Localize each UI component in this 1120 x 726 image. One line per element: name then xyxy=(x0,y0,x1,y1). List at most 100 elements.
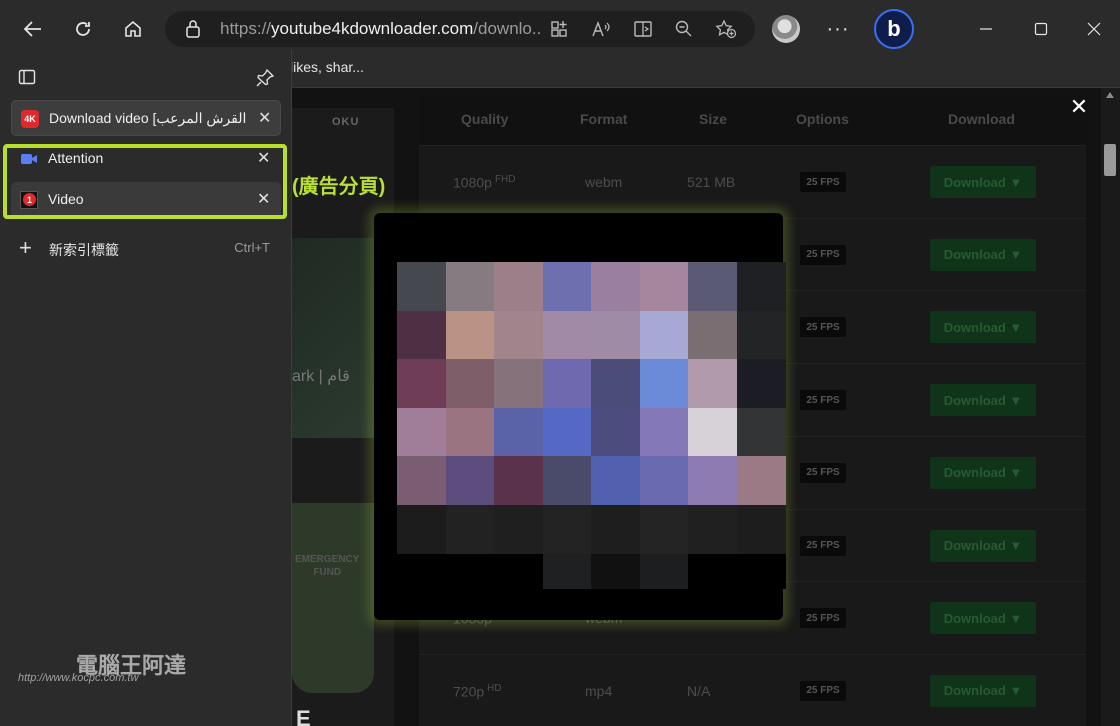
modal-close-button[interactable]: ✕ xyxy=(1068,94,1090,119)
fps-badge: 25 FPS xyxy=(800,680,846,701)
mosaic-block xyxy=(688,359,737,409)
download-button[interactable]: Download ▼ xyxy=(930,456,1036,489)
favorites-bar-item[interactable]: likes, shar... xyxy=(290,59,364,75)
download-button[interactable]: Download ▼ xyxy=(930,674,1036,707)
app-grid-icon[interactable] xyxy=(550,19,570,39)
fps-badge: 25 FPS xyxy=(800,462,846,483)
ad-banner[interactable] xyxy=(292,503,374,693)
download-button[interactable]: Download ▼ xyxy=(930,238,1036,271)
mosaic-block xyxy=(736,310,786,360)
arabic-text: ark | قام xyxy=(292,368,350,385)
mosaic-block xyxy=(494,456,543,506)
settings-more-button[interactable]: ··· xyxy=(818,9,858,49)
col-options: Options xyxy=(796,111,849,127)
mosaic-block xyxy=(542,359,592,409)
url-scheme: https:// xyxy=(220,19,272,38)
mosaic-block xyxy=(542,505,592,555)
quality-badge: FHD xyxy=(494,174,516,185)
download-button[interactable]: Download ▼ xyxy=(930,311,1036,344)
address-bar[interactable]: https://youtube4kdownloader.com/downlo..… xyxy=(165,11,755,47)
fps-badge: 25 FPS xyxy=(800,608,846,629)
new-tab-button[interactable]: + 新索引標籤 Ctrl+T xyxy=(19,237,279,261)
url-path: /downlo... xyxy=(473,19,540,38)
watermark: 電腦王阿達 http://www.kocpc.com.tw xyxy=(18,653,186,684)
mosaic-block xyxy=(639,553,689,590)
tab-actions-icon[interactable] xyxy=(18,68,36,86)
download-button[interactable]: Download ▼ xyxy=(930,166,1036,198)
download-button[interactable]: Download ▼ xyxy=(930,529,1036,562)
pixelated-video-frame[interactable] xyxy=(397,262,786,590)
logo-fragment: OKU xyxy=(332,116,360,128)
table-row: 1080p FHD webm 521 MB 25 FPS Download ▼ xyxy=(419,145,1086,217)
mosaic-block xyxy=(688,407,737,457)
mosaic-block xyxy=(736,262,786,312)
bing-chat-button[interactable]: b xyxy=(874,9,914,49)
quality-cell: 1080p FHD xyxy=(453,174,516,191)
scrollbar-thumb[interactable] xyxy=(1104,144,1116,176)
maximize-icon xyxy=(1034,22,1048,36)
new-tab-label: 新索引標籤 xyxy=(49,242,119,258)
mosaic-block xyxy=(494,262,543,312)
mosaic-block xyxy=(591,456,640,506)
pin-icon[interactable] xyxy=(255,68,275,88)
mosaic-block xyxy=(542,553,592,590)
close-window-button[interactable] xyxy=(1074,9,1114,49)
format-cell: mp4 xyxy=(585,682,613,699)
mosaic-block xyxy=(591,407,640,457)
fund-line-1: EMERGENCY xyxy=(295,554,360,565)
refresh-icon xyxy=(76,22,90,36)
home-button[interactable] xyxy=(113,9,153,49)
tab-close-icon[interactable]: ✕ xyxy=(258,109,271,129)
mosaic-block xyxy=(542,456,592,506)
quality-value: 1080p xyxy=(453,174,492,191)
mosaic-block xyxy=(445,456,495,506)
mosaic-block xyxy=(736,553,786,590)
mosaic-block xyxy=(688,262,737,312)
mosaic-block xyxy=(639,262,689,312)
close-icon xyxy=(1087,22,1101,36)
home-icon xyxy=(125,20,141,37)
col-format: Format xyxy=(580,111,628,127)
zoom-out-icon[interactable] xyxy=(674,19,694,39)
mosaic-block xyxy=(639,310,689,360)
add-favorite-icon[interactable] xyxy=(715,19,737,39)
back-button[interactable] xyxy=(13,9,53,49)
read-aloud-icon[interactable] xyxy=(591,19,611,39)
table-row: 720p HD mp4 N/A 25 FPS Download ▼ xyxy=(419,653,1086,726)
download-button[interactable]: Download ▼ xyxy=(930,384,1036,417)
browser-window: https://youtube4kdownloader.com/downlo..… xyxy=(0,0,1120,726)
size-cell: N/A xyxy=(687,682,711,699)
download-button[interactable]: Download ▼ xyxy=(930,602,1036,635)
table-header: Quality Format Size Options Download xyxy=(419,95,1086,145)
bing-icon: b xyxy=(887,16,901,41)
mosaic-block xyxy=(542,310,592,360)
vertical-tabs-panel: 4K Download video [القرش المرعب | ✕ Atte… xyxy=(0,50,292,726)
scroll-up-arrow-icon[interactable] xyxy=(1106,92,1114,98)
profile-avatar[interactable] xyxy=(772,15,800,43)
mosaic-block xyxy=(445,505,495,555)
mosaic-block xyxy=(639,359,689,409)
page-scrollbar[interactable] xyxy=(1101,88,1120,726)
url-text[interactable]: https://youtube4kdownloader.com/downlo..… xyxy=(220,19,540,39)
fps-badge: 25 FPS xyxy=(800,317,846,338)
maximize-button[interactable] xyxy=(1021,9,1061,49)
mosaic-block xyxy=(736,359,786,409)
back-arrow-icon xyxy=(23,21,41,37)
fund-line-2: FUND xyxy=(313,567,342,578)
minimize-button[interactable] xyxy=(966,9,1006,49)
watermark-logo: 電腦王阿達 xyxy=(76,653,187,678)
immersive-reader-icon[interactable] xyxy=(633,19,653,39)
4k-icon: 4K xyxy=(21,110,39,128)
mosaic-block xyxy=(494,505,543,555)
mosaic-block xyxy=(494,407,543,457)
mosaic-block xyxy=(445,262,495,312)
minimize-icon xyxy=(980,28,992,30)
mosaic-block xyxy=(397,553,446,590)
mosaic-block xyxy=(445,359,495,409)
tab-download-video[interactable]: 4K Download video [القرش المرعب | ✕ xyxy=(11,100,281,136)
refresh-button[interactable] xyxy=(63,9,103,49)
mosaic-block xyxy=(542,262,592,312)
format-cell: webm xyxy=(585,174,623,190)
mosaic-block xyxy=(494,359,543,409)
plus-icon: + xyxy=(19,235,32,260)
